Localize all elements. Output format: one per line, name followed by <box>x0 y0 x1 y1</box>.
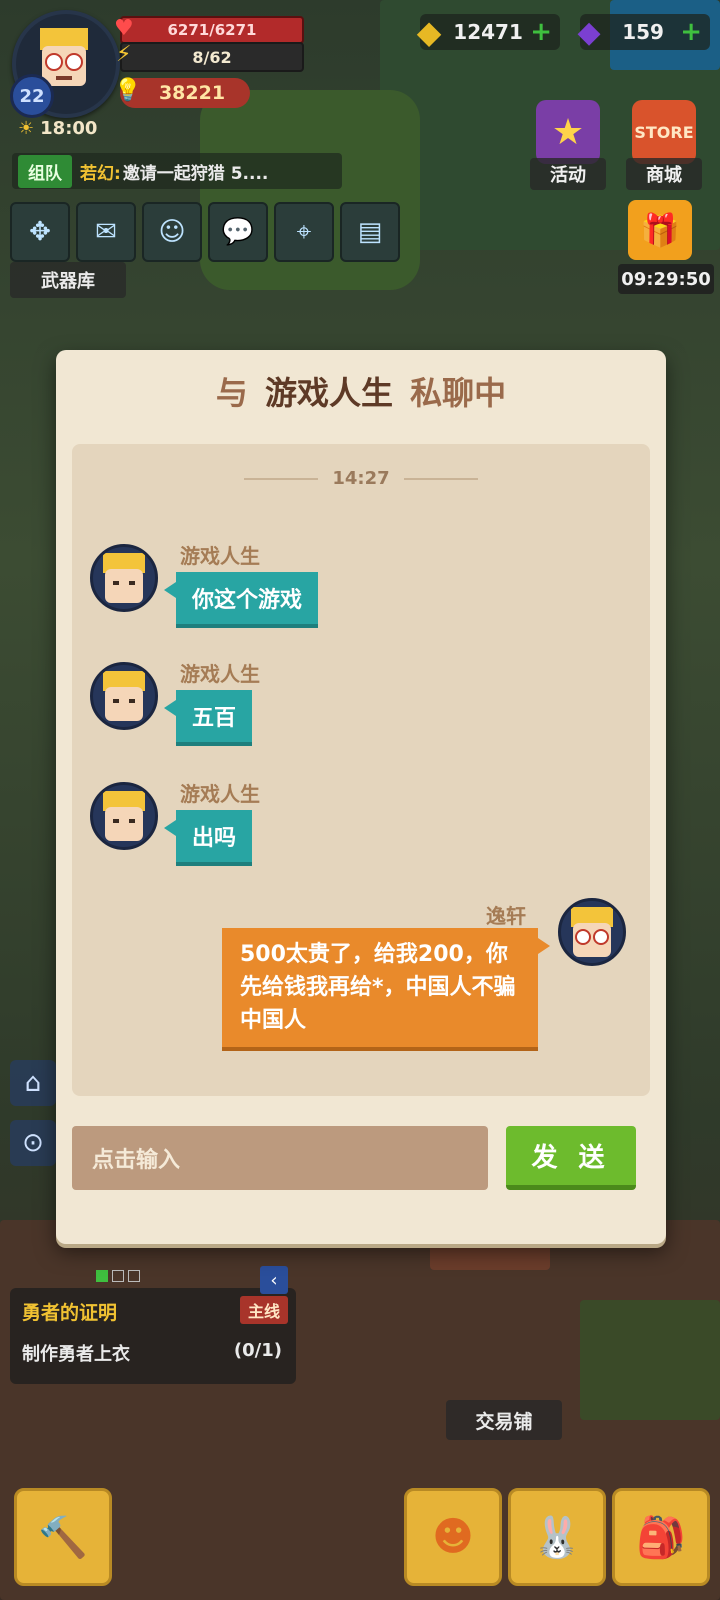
partner-avatar[interactable] <box>90 544 158 612</box>
gift-timer: 09:29:50 <box>618 264 714 294</box>
energy-value: 8/62 <box>192 47 232 67</box>
chat-timestamp: 14:27 <box>332 468 390 489</box>
quest-page-dots <box>96 1270 140 1282</box>
character-icon[interactable]: ☻ <box>404 1488 502 1586</box>
power-icon: 💡 <box>114 78 142 103</box>
backpack-icon[interactable]: 🎒 <box>612 1488 710 1586</box>
hp-value: 6271/6271 <box>167 21 257 39</box>
store-icon: STORE <box>632 100 696 164</box>
message-bubble: 你这个游戏 <box>163 572 319 628</box>
message-sender: 游戏人生 <box>180 662 260 686</box>
add-gem-icon[interactable]: + <box>680 17 702 47</box>
quest-tag: 主线 <box>239 1296 288 1324</box>
quest-title: 勇者的证明 <box>22 1302 118 1324</box>
divider-line <box>244 477 319 480</box>
chat-partner-name: 游戏人生 <box>264 374 393 412</box>
trade-shop-label: 交易铺 <box>446 1400 562 1440</box>
message-sender: 逸轩 <box>486 904 526 928</box>
power-score: 💡 38221 <box>114 78 250 108</box>
mail-icon[interactable]: ✉ <box>76 202 136 262</box>
send-button[interactable]: 发 送 <box>506 1126 636 1190</box>
pet-icon[interactable]: 🐰 <box>508 1488 606 1586</box>
team-invite-bar[interactable]: 组队 若幻: 邀请一起狩猎 5.... <box>12 153 342 189</box>
team-sender: 若幻: <box>80 163 121 184</box>
private-chat-dialog: 与 游戏人生 私聊中 14:27 游戏人生 你这个游戏 游戏人生 五百 游戏人生… <box>56 350 666 1244</box>
gold-diamond-icon: ◆ <box>416 13 442 51</box>
power-value: 38221 <box>158 82 226 104</box>
title-prefix: 与 <box>215 374 248 412</box>
clock-value: 18:00 <box>40 118 98 139</box>
chat-title: 与 游戏人生 私聊中 <box>56 368 666 414</box>
id-card-icon[interactable]: ▤ <box>340 202 400 262</box>
timestamp-separator: 14:27 <box>72 468 650 489</box>
sun-icon: ☀ <box>18 118 35 139</box>
expand-icon[interactable]: ✥ <box>10 202 70 262</box>
page-dot <box>128 1270 140 1282</box>
hp-bar: ♥ 6271/6271 <box>114 16 304 44</box>
store-label: 商城 <box>626 158 702 190</box>
partner-avatar[interactable] <box>90 662 158 730</box>
quest-panel[interactable]: ‹ 勇者的证明 主线 制作勇者上衣 (0/1) <box>10 1266 296 1384</box>
quest-task: 制作勇者上衣 <box>22 1344 130 1365</box>
gift-box-icon[interactable]: 🎁 <box>628 200 692 260</box>
location-pin-icon[interactable]: ⊙ <box>10 1120 56 1166</box>
partner-avatar-icon <box>103 671 145 721</box>
chat-input[interactable]: 点击输入 <box>72 1126 488 1190</box>
message-sender: 游戏人生 <box>180 544 260 568</box>
heart-icon: ♥ <box>114 16 134 41</box>
gem-value: 159 <box>622 20 664 44</box>
gem-counter: ◆ 159 + <box>577 14 710 50</box>
purple-gem-icon: ◆ <box>577 14 601 50</box>
lightning-icon: ⚡ <box>116 42 132 67</box>
chat-message-area[interactable]: 14:27 游戏人生 你这个游戏 游戏人生 五百 游戏人生 出吗 逸轩 500太… <box>72 444 650 1096</box>
grass-block <box>580 1300 720 1420</box>
message-bubble: 500太贵了，给我200，你先给钱我再给*，中国人不骗中国人 <box>222 928 550 1051</box>
divider-line <box>403 477 478 480</box>
partner-avatar[interactable] <box>90 782 158 850</box>
gold-value: 12471 <box>453 20 523 44</box>
quest-progress: (0/1) <box>233 1340 282 1361</box>
activity-label: 活动 <box>530 158 606 190</box>
self-avatar-icon <box>571 907 613 957</box>
message-bubble: 五百 <box>163 690 253 746</box>
level-badge: 22 <box>10 74 54 118</box>
page-dot <box>96 1270 108 1282</box>
map-icon[interactable]: ⌖ <box>274 202 334 262</box>
self-avatar[interactable] <box>558 898 626 966</box>
team-message: 邀请一起狩猎 5.... <box>122 163 269 184</box>
team-tag: 组队 <box>18 154 72 188</box>
energy-bar: ⚡ 8/62 <box>116 42 304 72</box>
message-bubble: 出吗 <box>163 810 253 866</box>
friends-icon[interactable]: ☺ <box>142 202 202 262</box>
menu-icon-row: ✥ ✉ ☺ 💬 ⌖ ▤ <box>10 202 400 262</box>
star-icon: ★ <box>536 100 600 164</box>
chat-icon[interactable]: 💬 <box>208 202 268 262</box>
partner-avatar-icon <box>103 791 145 841</box>
message-sender: 游戏人生 <box>180 782 260 806</box>
title-suffix: 私聊中 <box>410 374 507 412</box>
hammer-icon[interactable]: 🔨 <box>14 1488 112 1586</box>
home-icon[interactable]: ⌂ <box>10 1060 56 1106</box>
store-button[interactable]: STORE 商城 <box>626 100 702 190</box>
page-dot <box>112 1270 124 1282</box>
armory-button[interactable]: 武器库 <box>10 262 126 298</box>
add-gold-icon[interactable]: + <box>530 17 552 47</box>
collapse-arrow-icon[interactable]: ‹ <box>260 1266 288 1294</box>
partner-avatar-icon <box>103 553 145 603</box>
gold-counter: ◆ 12471 + <box>417 13 560 51</box>
game-clock: ☀ 18:00 <box>18 118 97 139</box>
activity-button[interactable]: ★ 活动 <box>530 100 606 190</box>
